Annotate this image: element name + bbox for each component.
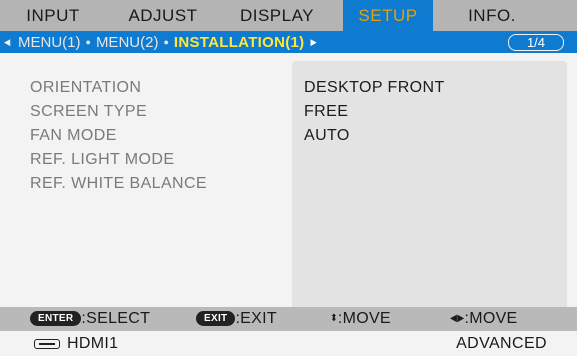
setting-screen-type-value: FREE: [304, 103, 349, 120]
help-move-horizontal-text: :MOVE: [464, 310, 518, 327]
help-move-horizontal: ◀▶:MOVE: [450, 307, 518, 331]
hdmi-port-icon: [34, 339, 60, 349]
submenu-item-menu1[interactable]: MENU(1): [18, 34, 81, 51]
submenu-bar: ◀ MENU(1) ● MENU(2) ● INSTALLATION(1) ▶ 1/4: [0, 31, 577, 53]
settings-panel: ORIENTATION SCREEN TYPE FAN MODE REF. LI…: [0, 53, 577, 321]
settings-values-panel: DESKTOP FRONT FREE AUTO: [292, 61, 567, 321]
help-move-vertical-text: :MOVE: [337, 310, 391, 327]
help-exit-text: :EXIT: [235, 310, 277, 327]
submenu-item-menu2[interactable]: MENU(2): [96, 34, 159, 51]
submenu-breadcrumb: MENU(1) ● MENU(2) ● INSTALLATION(1) ▶: [18, 31, 317, 54]
settings-labels: ORIENTATION SCREEN TYPE FAN MODE REF. LI…: [30, 76, 207, 196]
tab-adjust[interactable]: ADJUST: [113, 0, 213, 31]
up-down-arrows-icon: ⬍: [330, 313, 338, 324]
setting-orientation-value: DESKTOP FRONT: [304, 79, 445, 96]
left-right-arrows-icon: ◀▶: [450, 313, 465, 324]
separator-dot-icon: ●: [163, 37, 169, 47]
separator-dot-icon: ●: [85, 37, 91, 47]
status-bar: HDMI1 ADVANCED: [0, 331, 577, 356]
setting-fan-mode-label[interactable]: FAN MODE: [30, 124, 207, 148]
input-source: HDMI1: [67, 335, 119, 352]
exit-key-icon: EXIT: [196, 311, 236, 326]
menu-mode: ADVANCED: [456, 335, 547, 352]
tab-display[interactable]: DISPLAY: [224, 0, 330, 31]
left-arrow-icon[interactable]: ◀: [4, 31, 10, 53]
help-select-text: :SELECT: [81, 310, 151, 327]
tab-info[interactable]: INFO.: [447, 0, 537, 31]
page-indicator: 1/4: [508, 34, 564, 51]
help-move-vertical: ⬍:MOVE: [330, 307, 391, 331]
enter-key-icon: ENTER: [30, 311, 82, 326]
help-bar: ENTER:SELECT EXIT:EXIT ⬍:MOVE ◀▶:MOVE: [0, 307, 577, 331]
projector-osd-menu: INPUT ADJUST DISPLAY SETUP INFO. ◀ MENU(…: [0, 0, 577, 356]
tab-setup[interactable]: SETUP: [343, 0, 433, 31]
submenu-item-installation1[interactable]: INSTALLATION(1): [174, 34, 305, 51]
settings-values: DESKTOP FRONT FREE AUTO: [304, 76, 445, 148]
right-arrow-icon[interactable]: ▶: [310, 37, 316, 47]
help-exit: EXIT:EXIT: [196, 307, 277, 331]
setting-fan-mode-value: AUTO: [304, 127, 350, 144]
menu-tab-bar: INPUT ADJUST DISPLAY SETUP INFO.: [0, 0, 577, 31]
setting-ref-light-mode-label[interactable]: REF. LIGHT MODE: [30, 148, 207, 172]
tab-input[interactable]: INPUT: [9, 0, 97, 31]
setting-screen-type-label[interactable]: SCREEN TYPE: [30, 100, 207, 124]
setting-ref-white-balance-label[interactable]: REF. WHITE BALANCE: [30, 172, 207, 196]
help-select: ENTER:SELECT: [30, 307, 150, 331]
setting-orientation-label[interactable]: ORIENTATION: [30, 76, 207, 100]
